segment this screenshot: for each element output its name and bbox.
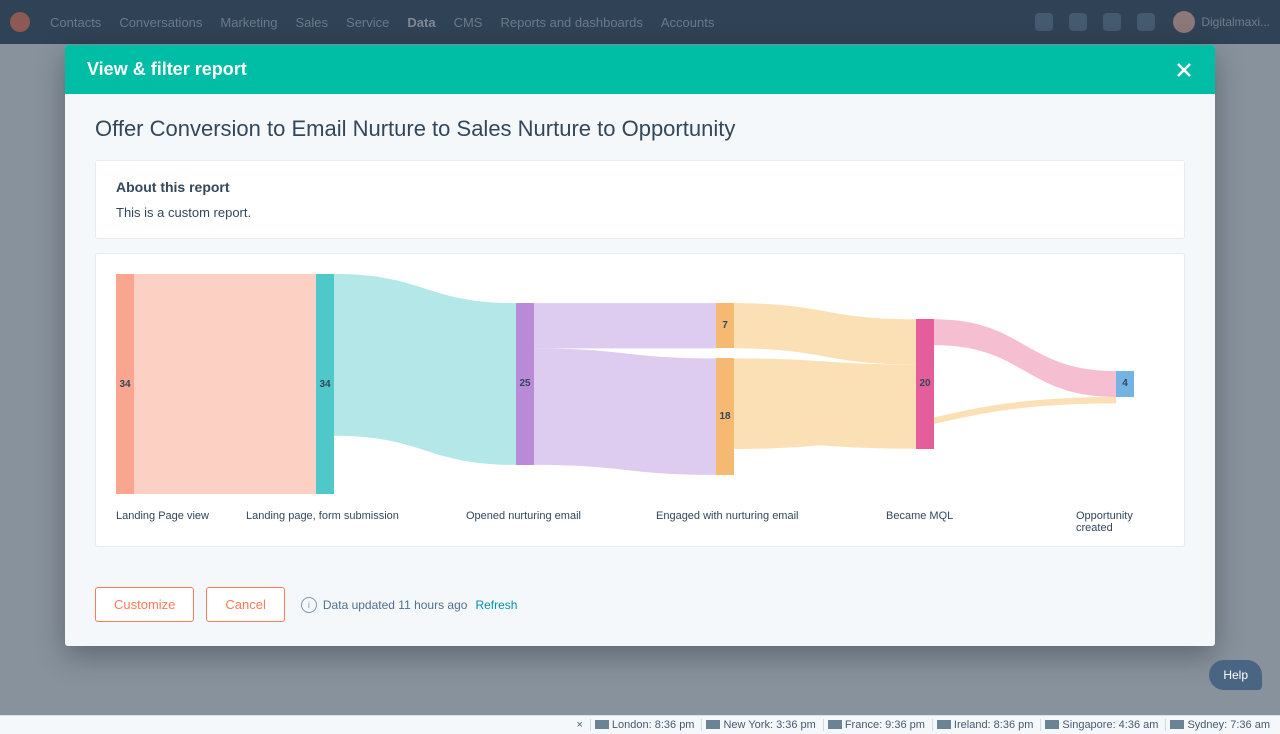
node-value: 34: [319, 379, 330, 390]
sankey-link: [134, 274, 316, 494]
stage-label: Engaged with nurturing email: [656, 510, 798, 522]
sankey-link: [534, 348, 716, 474]
about-heading: About this report: [116, 179, 1164, 195]
sankey-node[interactable]: 20: [916, 319, 934, 448]
report-title: Offer Conversion to Email Nurture to Sal…: [95, 116, 1185, 142]
customize-button[interactable]: Customize: [95, 587, 194, 622]
modal-header: View & filter report: [65, 45, 1215, 94]
clock-item: New York: 3:36 pm: [701, 719, 819, 731]
stage-label: Opportunity created: [1076, 510, 1164, 534]
about-card: About this report This is a custom repor…: [95, 160, 1185, 239]
stage-label: Opened nurturing email: [466, 510, 581, 522]
clock-item: Sydney: 7:36 am: [1165, 719, 1274, 731]
stage-label: Became MQL: [886, 510, 953, 522]
sankey-node[interactable]: 4: [1116, 371, 1134, 397]
clock-item: France: 9:36 pm: [823, 719, 929, 731]
cancel-button[interactable]: Cancel: [206, 587, 284, 622]
stage-label: Landing page, form submission: [246, 510, 399, 522]
info-icon: i: [301, 597, 317, 613]
node-value: 34: [119, 379, 130, 390]
sankey-node[interactable]: 34: [316, 274, 334, 494]
clock-item: Singapore: 4:36 am: [1040, 719, 1162, 731]
help-button[interactable]: Help: [1209, 660, 1262, 690]
sankey-link: [934, 319, 1116, 397]
about-text: This is a custom report.: [116, 205, 1164, 220]
sankey-node[interactable]: 7: [716, 303, 734, 348]
modal-footer: Customize Cancel i Data updated 11 hours…: [65, 587, 1215, 646]
clock-item: Ireland: 8:36 pm: [932, 719, 1038, 731]
sankey-node[interactable]: 18: [716, 358, 734, 474]
node-value: 7: [722, 320, 728, 331]
sankey-link: [334, 274, 516, 465]
refresh-link[interactable]: Refresh: [475, 598, 517, 612]
node-value: 4: [1122, 378, 1128, 389]
stage-label: Landing Page view: [116, 510, 209, 522]
sankey-node[interactable]: 34: [116, 274, 134, 494]
node-value: 20: [919, 378, 930, 389]
node-value: 25: [519, 378, 530, 389]
sankey-link: [734, 358, 916, 448]
modal-title: View & filter report: [87, 59, 247, 80]
world-clock-bar: ×London: 8:36 pmNew York: 3:36 pmFrance:…: [0, 715, 1280, 734]
sankey-node[interactable]: 25: [516, 303, 534, 465]
clock-item: London: 8:36 pm: [590, 719, 699, 731]
sankey-link: [734, 303, 916, 364]
updated-text: Data updated 11 hours ago: [323, 598, 468, 612]
sankey-chart: 34 34 25 7 18 20 4 Landing Page view Landing pa…: [95, 253, 1185, 547]
sankey-link: [534, 303, 716, 348]
node-value: 18: [719, 411, 730, 422]
modal-overlay: View & filter report Offer Conversion to…: [0, 0, 1280, 734]
close-icon[interactable]: [1175, 61, 1193, 79]
report-modal: View & filter report Offer Conversion to…: [65, 45, 1215, 646]
